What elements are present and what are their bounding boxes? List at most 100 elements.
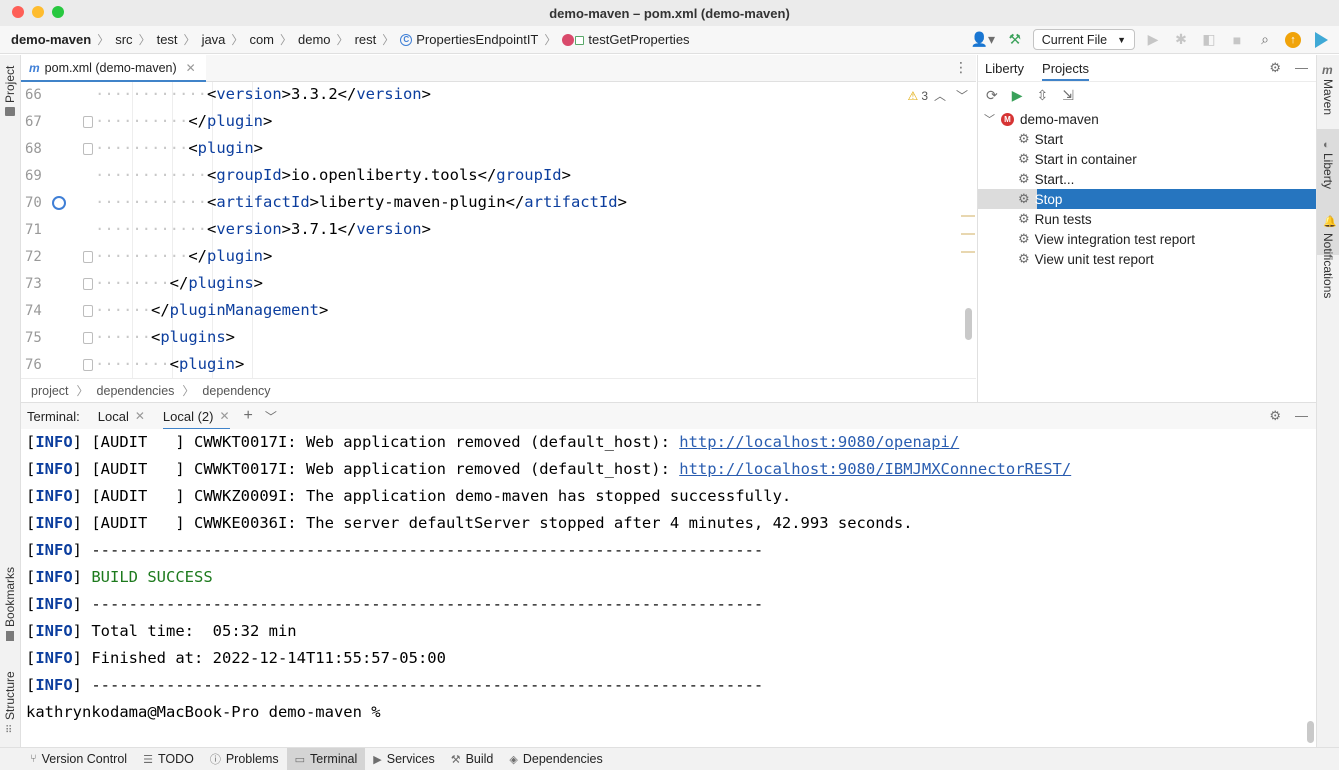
breadcrumb-com[interactable]: com <box>249 32 274 47</box>
breadcrumb-test[interactable]: test <box>157 32 178 47</box>
class-icon: C <box>400 33 413 46</box>
terminal-output[interactable]: [INFO] [AUDIT ] CWWKT0017I: Web applicat… <box>21 429 1316 747</box>
stop-icon[interactable]: ■ <box>1227 30 1247 50</box>
close-window-button[interactable] <box>12 6 24 18</box>
xml-crumb-project[interactable]: project <box>31 384 69 398</box>
breadcrumb-src[interactable]: src <box>115 32 132 47</box>
log-link[interactable]: http://localhost:9080/openapi/ <box>679 433 959 451</box>
update-icon[interactable]: ↑ <box>1283 30 1303 50</box>
breadcrumb-project[interactable]: demo-maven <box>11 32 91 47</box>
breadcrumb-class[interactable]: C PropertiesEndpointIT <box>400 32 538 47</box>
code-token: > <box>225 328 236 346</box>
statusbar-todo[interactable]: ☰ TODO <box>135 748 202 770</box>
code-line[interactable]: 70 ············<artifactId>liberty-maven-… <box>21 190 976 217</box>
statusbar-services[interactable]: ▶ Services <box>365 748 442 770</box>
fold-marker-icon[interactable] <box>83 359 93 371</box>
tree-project-node[interactable]: ﹀ M demo-maven <box>978 109 1316 129</box>
implemented-marker-icon[interactable] <box>52 196 66 210</box>
add-tab-icon[interactable]: + <box>244 407 253 425</box>
code-text: ············<artifactId>liberty-maven-pl… <box>95 193 627 211</box>
plugin-logo-icon[interactable] <box>1311 30 1331 50</box>
minimize-icon[interactable]: — <box>1295 60 1308 76</box>
tab-liberty[interactable]: Liberty <box>985 61 1024 81</box>
code-line[interactable]: 73 ········</plugins> <box>21 271 976 298</box>
search-icon[interactable]: ⌕ <box>1255 30 1275 50</box>
chevron-down-icon[interactable]: ﹀ <box>956 87 968 104</box>
code-line[interactable]: 66 ············<version>3.3.2</version> <box>21 82 976 109</box>
collapse-all-icon[interactable]: ⇲ <box>1062 87 1074 104</box>
code-line[interactable]: 71 ············<version>3.7.1</version> <box>21 217 976 244</box>
statusbar-version-control[interactable]: ⑂ Version Control <box>22 748 135 770</box>
statusbar-dependencies[interactable]: ◈ Dependencies <box>501 748 610 770</box>
breadcrumb-java[interactable]: java <box>202 32 226 47</box>
chevron-up-icon[interactable]: ︿ <box>934 87 946 104</box>
breadcrumb-method[interactable]: testGetProperties <box>562 32 690 47</box>
close-tab-icon[interactable]: ✕ <box>135 409 145 423</box>
code-line[interactable]: 72 ··········</plugin> <box>21 244 976 271</box>
notifications-tool-button[interactable]: Notifications <box>1321 233 1335 298</box>
chevron-down-icon[interactable]: ﹀ <box>984 111 995 127</box>
inspection-widget[interactable]: ⚠ 3 <box>908 89 928 103</box>
gear-icon[interactable]: ⚙ <box>1269 408 1281 424</box>
statusbar-problems[interactable]: ⓘ Problems <box>202 748 287 770</box>
liberty-action-run-tests[interactable]: ⚙ Run tests <box>978 209 1316 229</box>
statusbar-terminal[interactable]: ▭ Terminal <box>286 747 366 770</box>
liberty-action-stop[interactable]: ⚙ Stop <box>978 189 1317 209</box>
editor-tab-pom[interactable]: m pom.xml (demo-maven) ✕ <box>21 55 206 82</box>
chevron-down-icon[interactable]: ﹀ <box>265 408 277 425</box>
liberty-action-view-integration-test-report[interactable]: ⚙ View integration test report <box>978 229 1316 249</box>
liberty-action-start[interactable]: ⚙ Start <box>978 129 1316 149</box>
refresh-icon[interactable]: ⟳ <box>986 87 998 104</box>
minimize-icon[interactable]: — <box>1295 408 1308 424</box>
terminal-tab-local[interactable]: Local ✕ <box>98 403 145 430</box>
fold-marker-icon[interactable] <box>83 278 93 290</box>
liberty-tool-button[interactable]: Liberty <box>1321 153 1335 189</box>
xml-crumb-dependencies[interactable]: dependencies <box>97 384 175 398</box>
fold-marker-icon[interactable] <box>83 143 93 155</box>
fold-marker-icon[interactable] <box>83 116 93 128</box>
terminal-tab-local-2[interactable]: Local (2) ✕ <box>162 403 230 430</box>
maximize-window-button[interactable] <box>52 6 64 18</box>
code-line[interactable]: 69 ············<groupId>io.openliberty.to… <box>21 163 976 190</box>
run-icon[interactable]: ▶ <box>1143 30 1163 50</box>
gear-icon[interactable]: ⚙ <box>1269 60 1281 76</box>
project-tool-button[interactable]: Project <box>3 66 17 103</box>
run-action-icon[interactable]: ▶ <box>1012 87 1023 104</box>
code-line[interactable]: 68 ··········<plugin> <box>21 136 976 163</box>
liberty-action-start[interactable]: ⚙ Start... <box>978 169 1316 189</box>
editor-scrollbar[interactable] <box>965 308 972 340</box>
maven-tool-button[interactable]: Maven <box>1321 79 1335 115</box>
code-line[interactable]: 76 ········<plugin> <box>21 352 976 378</box>
breadcrumb-demo[interactable]: demo <box>298 32 331 47</box>
code-line[interactable]: 67 ··········</plugin> <box>21 109 976 136</box>
log-link[interactable]: http://localhost:9080/IBMJMXConnectorRES… <box>679 460 1071 478</box>
breadcrumb-rest[interactable]: rest <box>355 32 377 47</box>
fold-marker-icon[interactable] <box>83 332 93 344</box>
bookmarks-tool-button[interactable]: Bookmarks <box>3 567 17 627</box>
close-tab-icon[interactable]: ✕ <box>219 409 229 423</box>
minimize-window-button[interactable] <box>32 6 44 18</box>
build-hammer-icon[interactable]: ⚒ <box>1005 30 1025 50</box>
line-number: 70 <box>25 195 42 211</box>
structure-tool-button[interactable]: Structure <box>3 671 17 720</box>
warning-icon: ⚠ <box>907 89 919 103</box>
tab-projects[interactable]: Projects <box>1042 61 1089 81</box>
code-line[interactable]: 75 ······<plugins> <box>21 325 976 352</box>
vcs-user-icon[interactable]: 👤▾ <box>969 30 997 50</box>
liberty-action-start-in-container[interactable]: ⚙ Start in container <box>978 149 1316 169</box>
fold-marker-icon[interactable] <box>83 305 93 317</box>
run-configuration-select[interactable]: Current File ▼ <box>1032 29 1135 50</box>
close-tab-icon[interactable]: ✕ <box>186 61 196 75</box>
more-vertical-icon[interactable]: ⋮ <box>954 59 968 76</box>
expand-all-icon[interactable]: ⇳ <box>1037 87 1049 104</box>
statusbar-build[interactable]: ⚒ Build <box>443 748 502 770</box>
fold-marker-icon[interactable] <box>83 251 93 263</box>
terminal-scrollbar[interactable] <box>1307 721 1314 743</box>
liberty-action-view-unit-test-report[interactable]: ⚙ View unit test report <box>978 249 1316 269</box>
xml-crumb-dependency[interactable]: dependency <box>202 384 270 398</box>
code-line[interactable]: 74 ······</pluginManagement> <box>21 298 976 325</box>
code-editor[interactable]: 66 ············<version>3.3.2</version> 67… <box>21 82 976 378</box>
coverage-icon[interactable]: ◧ <box>1199 30 1219 50</box>
code-token: plugins <box>188 274 254 292</box>
debug-icon[interactable]: ✱ <box>1171 30 1191 50</box>
